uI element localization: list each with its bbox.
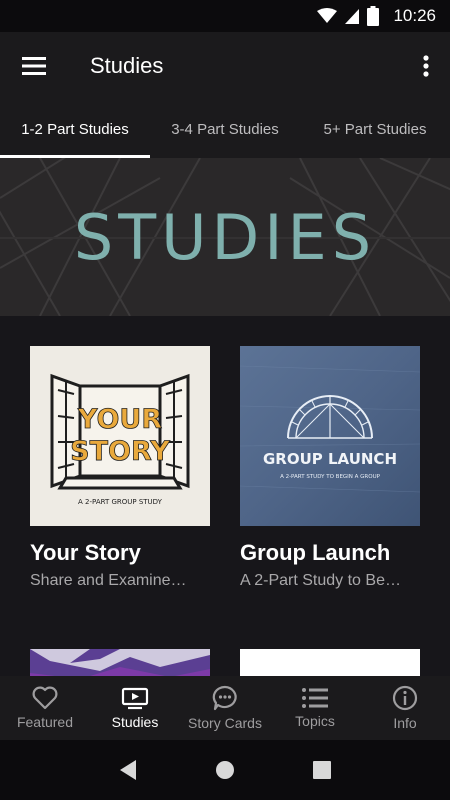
study-card-4[interactable] [240, 649, 420, 676]
nav-story-cards[interactable]: Story Cards [180, 676, 270, 740]
info-icon [392, 685, 418, 711]
system-navigation-bar [0, 740, 450, 800]
back-button[interactable] [108, 750, 148, 790]
app-bar: Studies [0, 32, 450, 100]
status-time: 10:26 [393, 6, 436, 25]
nav-label: Topics [295, 713, 335, 729]
heart-icon [32, 686, 58, 710]
home-circle-icon [215, 761, 234, 779]
card-subtitle: A 2-Part Study to Be… [240, 572, 401, 589]
nav-label: Featured [16, 714, 74, 730]
tab-1-2-part-studies[interactable]: 1-2 Part Studies [0, 100, 150, 158]
page-title: Studies [90, 53, 164, 78]
list-icon [302, 688, 328, 708]
nav-label: Info [393, 715, 417, 731]
svg-text:A 2-PART STUDY TO BEGIN A GROU: A 2-PART STUDY TO BEGIN A GROUP [280, 474, 381, 480]
recents-square-icon [312, 761, 331, 779]
study-card-3[interactable] [30, 649, 210, 676]
studies-list: YOUR STORY A 2-PART GROUP STUDY Your Sto… [0, 316, 450, 676]
tab-bar: 1-2 Part Studies 3-4 Part Studies 5+ Par… [0, 100, 450, 158]
status-bar: 10:26 [0, 0, 450, 32]
nav-topics[interactable]: Topics [270, 676, 360, 740]
study-card-your-story[interactable]: YOUR STORY A 2-PART GROUP STUDY Your Sto… [30, 346, 210, 590]
group-launch-artwork: GROUP LAUNCH A 2-PART STUDY TO BEGIN A G… [240, 346, 420, 526]
banner-title: STUDIES [73, 200, 377, 274]
menu-button[interactable] [0, 32, 70, 100]
chat-bubble-icon [212, 685, 237, 711]
card-title: Group Launch [240, 540, 391, 565]
svg-text:GROUP LAUNCH: GROUP LAUNCH [263, 450, 397, 468]
signal-icon [345, 8, 360, 24]
overflow-menu-button[interactable] [402, 32, 450, 100]
wifi-icon [317, 8, 338, 24]
recents-button[interactable] [302, 750, 342, 790]
card-subtitle: Share and Examine… [30, 572, 187, 589]
nav-label: Studies [111, 714, 159, 730]
nav-featured[interactable]: Featured [0, 676, 90, 740]
study-card-group-launch[interactable]: GROUP LAUNCH A 2-PART STUDY TO BEGIN A G… [240, 346, 420, 590]
study-card-4-artwork [240, 649, 420, 676]
svg-text:YOUR: YOUR [77, 404, 162, 435]
tv-play-icon [121, 687, 149, 710]
nav-label: Story Cards [188, 715, 262, 731]
nav-studies[interactable]: Studies [90, 676, 180, 740]
study-card-3-artwork [30, 649, 210, 676]
bottom-navigation: Featured Studies Story Cards Topics Info [0, 676, 450, 740]
home-button[interactable] [205, 750, 245, 790]
more-vert-icon [423, 55, 429, 77]
tab-5-plus-part-studies[interactable]: 5+ Part Studies [300, 100, 450, 158]
back-triangle-icon [120, 760, 137, 780]
nav-info[interactable]: Info [360, 676, 450, 740]
battery-icon [367, 6, 380, 26]
hamburger-menu-icon [22, 57, 46, 75]
your-story-artwork: YOUR STORY A 2-PART GROUP STUDY [30, 346, 210, 526]
card-title: Your Story [30, 540, 141, 565]
studies-banner: STUDIES [0, 158, 450, 316]
svg-text:STORY: STORY [70, 436, 170, 467]
tab-3-4-part-studies[interactable]: 3-4 Part Studies [150, 100, 300, 158]
svg-text:A 2-PART GROUP STUDY: A 2-PART GROUP STUDY [78, 498, 163, 506]
